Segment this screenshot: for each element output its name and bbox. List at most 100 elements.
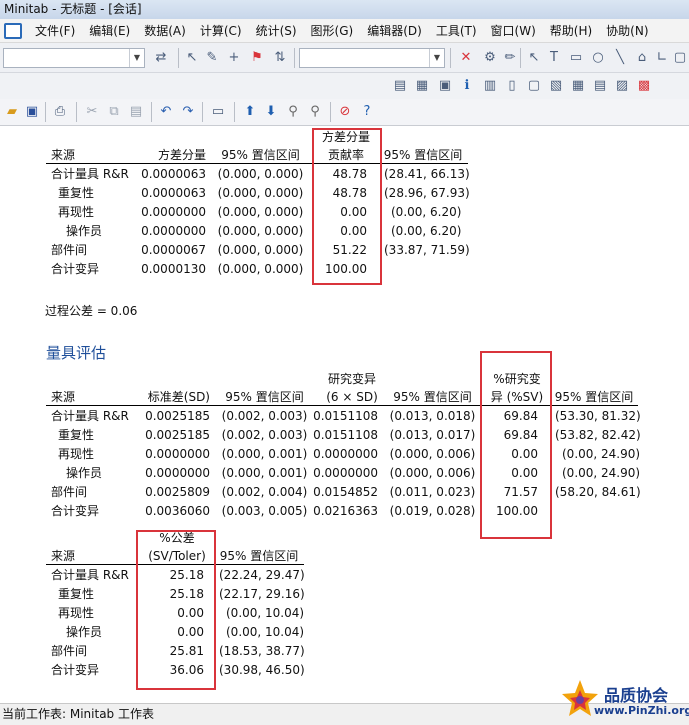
window-icon[interactable]: ▭ [210, 104, 226, 120]
toolbar-separator [178, 48, 179, 68]
t2-cell-source: 再现性 [58, 447, 95, 461]
menu-file[interactable]: 文件(F) [28, 19, 82, 43]
info-icon[interactable]: ℹ [459, 78, 475, 94]
t2-header-sv-line2: (6 × SD) [326, 390, 378, 404]
t1-cell-source: 操作员 [66, 224, 103, 238]
t1-cell-ci1: (0.000, 0.000) [217, 243, 304, 257]
t1-cell-ci2: (28.41, 66.13) [384, 167, 470, 181]
t2-cell-ci1: (0.003, 0.005) [221, 504, 308, 518]
arrow-down-icon[interactable]: ⬇ [263, 104, 279, 120]
rectangle-tool-icon[interactable]: ▭ [568, 50, 584, 66]
t3-cell-source: 操作员 [66, 625, 103, 639]
text-tool-icon[interactable]: T [546, 50, 562, 66]
find-icon[interactable]: ⚲ [285, 104, 301, 120]
toolbar-separator [76, 102, 77, 122]
chevron-down-icon[interactable]: ▼ [429, 49, 444, 67]
t1-cell-ci2: (0.00, 6.20) [391, 205, 462, 219]
t1-cell-varcomp: 0.0000000 [141, 224, 206, 238]
t2-cell-ci3: (0.00, 24.90) [562, 447, 641, 461]
copy-icon[interactable]: ⧉ [106, 104, 122, 120]
brush-icon[interactable]: ✎ [204, 50, 220, 66]
table-icon[interactable]: ▦ [570, 78, 586, 94]
crosshair-icon[interactable]: + [226, 50, 242, 66]
undo-icon[interactable]: ↶ [158, 104, 174, 120]
menu-assist[interactable]: 协助(N) [599, 19, 655, 43]
cut-icon[interactable]: ✂ [84, 104, 100, 120]
graph-object-combo[interactable]: ▼ [299, 48, 445, 68]
t2-header-ci1: 95% 置信区间 [225, 390, 304, 404]
gear-icon[interactable]: ⚙ [482, 50, 498, 66]
t2-cell-ci2: (0.011, 0.023) [389, 485, 476, 499]
menu-window[interactable]: 窗口(W) [484, 19, 543, 43]
t2-cell-ci2: (0.013, 0.017) [389, 428, 476, 442]
window-title: Minitab - 无标题 - [会话] [4, 2, 142, 16]
arrow-up-icon[interactable]: ⬆ [242, 104, 258, 120]
worksheet-icon[interactable]: ▦ [414, 78, 430, 94]
graph-window-icon[interactable]: ▣ [437, 78, 453, 94]
session-icon[interactable]: ▤ [392, 78, 408, 94]
pencil-icon[interactable]: ✏ [502, 50, 518, 66]
delete-graph-icon[interactable]: ▩ [636, 78, 652, 94]
menu-stat[interactable]: 统计(S) [249, 19, 304, 43]
new-page-icon[interactable]: ▢ [526, 78, 542, 94]
sort-icon[interactable]: ⇅ [272, 50, 288, 66]
open-folder-icon[interactable]: ▰ [4, 104, 20, 120]
menu-tools[interactable]: 工具(T) [429, 19, 484, 43]
circle-tool-icon[interactable]: ○ [590, 50, 606, 66]
t3-cell-ci: (22.24, 29.47) [219, 568, 305, 582]
menu-help[interactable]: 帮助(H) [543, 19, 599, 43]
t1-header-ci1: 95% 置信区间 [221, 148, 300, 162]
polygon-tool-icon[interactable]: ⌂ [634, 50, 650, 66]
t2-cell-ci1: (0.002, 0.003) [221, 428, 308, 442]
t2-cell-ci1: (0.000, 0.001) [221, 447, 308, 461]
t3-cell-ci: (22.17, 29.16) [219, 587, 305, 601]
menu-edit[interactable]: 编辑(E) [82, 19, 137, 43]
menu-editor[interactable]: 编辑器(D) [360, 19, 429, 43]
find-next-icon[interactable]: ⚲ [307, 104, 323, 120]
polyline-tool-icon[interactable]: ∟ [654, 50, 670, 66]
t2-cell-source: 合计变异 [51, 504, 100, 518]
window-title-bar: Minitab - 无标题 - [会话] [0, 0, 689, 19]
t2-cell-ci1: (0.002, 0.003) [221, 409, 308, 423]
t3-header-source: 来源 [51, 549, 76, 563]
marker-tool-icon[interactable]: ▢ [672, 50, 688, 66]
save-icon[interactable]: ▣ [24, 104, 40, 120]
t2-cell-source: 操作员 [66, 466, 103, 480]
status-text: 当前工作表: Minitab 工作表 [2, 707, 154, 721]
flag-icon[interactable]: ⚑ [249, 50, 265, 66]
chevron-down-icon[interactable]: ▼ [129, 49, 144, 67]
line-tool-icon[interactable]: ╲ [612, 50, 628, 66]
t1-cell-ci1: (0.000, 0.000) [217, 186, 304, 200]
t3-cell-ci: (0.00, 10.04) [226, 625, 305, 639]
history-icon[interactable]: ▥ [482, 78, 498, 94]
toolbar-separator [45, 102, 46, 122]
t1-cell-varcomp: 0.0000000 [141, 205, 206, 219]
report-icon[interactable]: ▯ [504, 78, 520, 94]
swap-icon[interactable]: ⇄ [153, 50, 169, 66]
t1-cell-ci2: (33.87, 71.59) [384, 243, 470, 257]
t1-cell-varcomp: 0.0000067 [141, 243, 206, 257]
t2-cell-sd: 0.0025185 [145, 428, 210, 442]
grid-icon[interactable]: ▤ [592, 78, 608, 94]
cancel-icon[interactable]: ⊘ [337, 104, 353, 120]
paste-icon[interactable]: ▤ [128, 104, 144, 120]
t2-cell-sv: 0.0151108 [313, 409, 378, 423]
menu-graph[interactable]: 图形(G) [304, 19, 361, 43]
session-window[interactable]: 方差分量 来源 方差分量 95% 置信区间 贡献率 95% 置信区间 合计量具 … [0, 126, 689, 703]
t1-cell-source: 再现性 [58, 205, 95, 219]
redo-icon[interactable]: ↷ [180, 104, 196, 120]
t3-cell-source: 部件间 [51, 644, 88, 658]
select-arrow-icon[interactable]: ↖ [184, 50, 200, 66]
help-icon[interactable]: ? [359, 104, 375, 120]
graph-element-combo[interactable]: ▼ [3, 48, 145, 68]
layout-icon[interactable]: ▧ [548, 78, 564, 94]
t2-cell-ci2: (0.019, 0.028) [389, 504, 476, 518]
t1-cell-ci1: (0.000, 0.000) [217, 262, 304, 276]
close-graphs-icon[interactable]: ▨ [614, 78, 630, 94]
menu-calc[interactable]: 计算(C) [193, 19, 249, 43]
menu-data[interactable]: 数据(A) [137, 19, 193, 43]
print-icon[interactable]: ⎙ [52, 104, 68, 120]
t1-cell-ci1: (0.000, 0.000) [217, 224, 304, 238]
close-icon[interactable]: ✕ [458, 50, 474, 66]
pointer-icon[interactable]: ↖ [526, 50, 542, 66]
